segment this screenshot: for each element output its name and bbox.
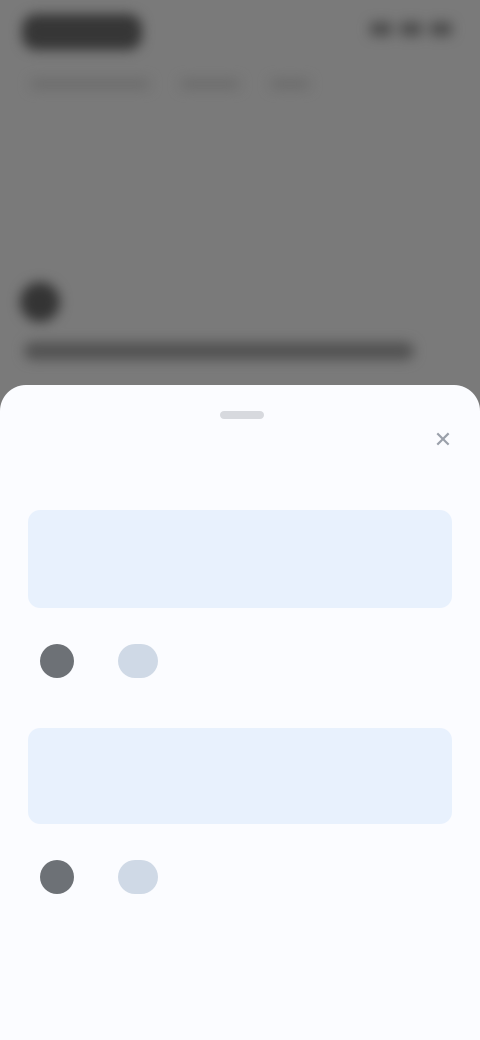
avatar[interactable] <box>40 644 74 678</box>
wifi-icon <box>400 22 422 36</box>
background-avatar <box>20 282 60 322</box>
status-bar <box>0 0 480 64</box>
list-item <box>28 728 452 904</box>
message-card[interactable] <box>28 510 452 608</box>
list-item <box>28 510 452 688</box>
translate-button[interactable] <box>118 860 158 894</box>
message-actions <box>28 844 452 904</box>
status-icons <box>352 22 452 40</box>
sheet-drag-handle[interactable] <box>220 411 264 419</box>
background-caption <box>24 342 414 360</box>
close-icon[interactable]: ✕ <box>434 427 452 453</box>
close-button[interactable]: ✕ <box>428 425 458 455</box>
status-time-pill <box>22 14 142 50</box>
background-nav-item <box>30 79 150 89</box>
signal-icon <box>370 22 392 36</box>
translate-button[interactable] <box>118 644 158 678</box>
background-nav <box>30 74 450 94</box>
message-actions <box>28 628 452 688</box>
avatar[interactable] <box>40 860 74 894</box>
message-card[interactable] <box>28 728 452 824</box>
background-nav-item <box>270 79 310 89</box>
battery-icon <box>430 22 452 36</box>
bottom-sheet: ✕ <box>0 385 480 1040</box>
background-nav-item <box>180 79 240 89</box>
